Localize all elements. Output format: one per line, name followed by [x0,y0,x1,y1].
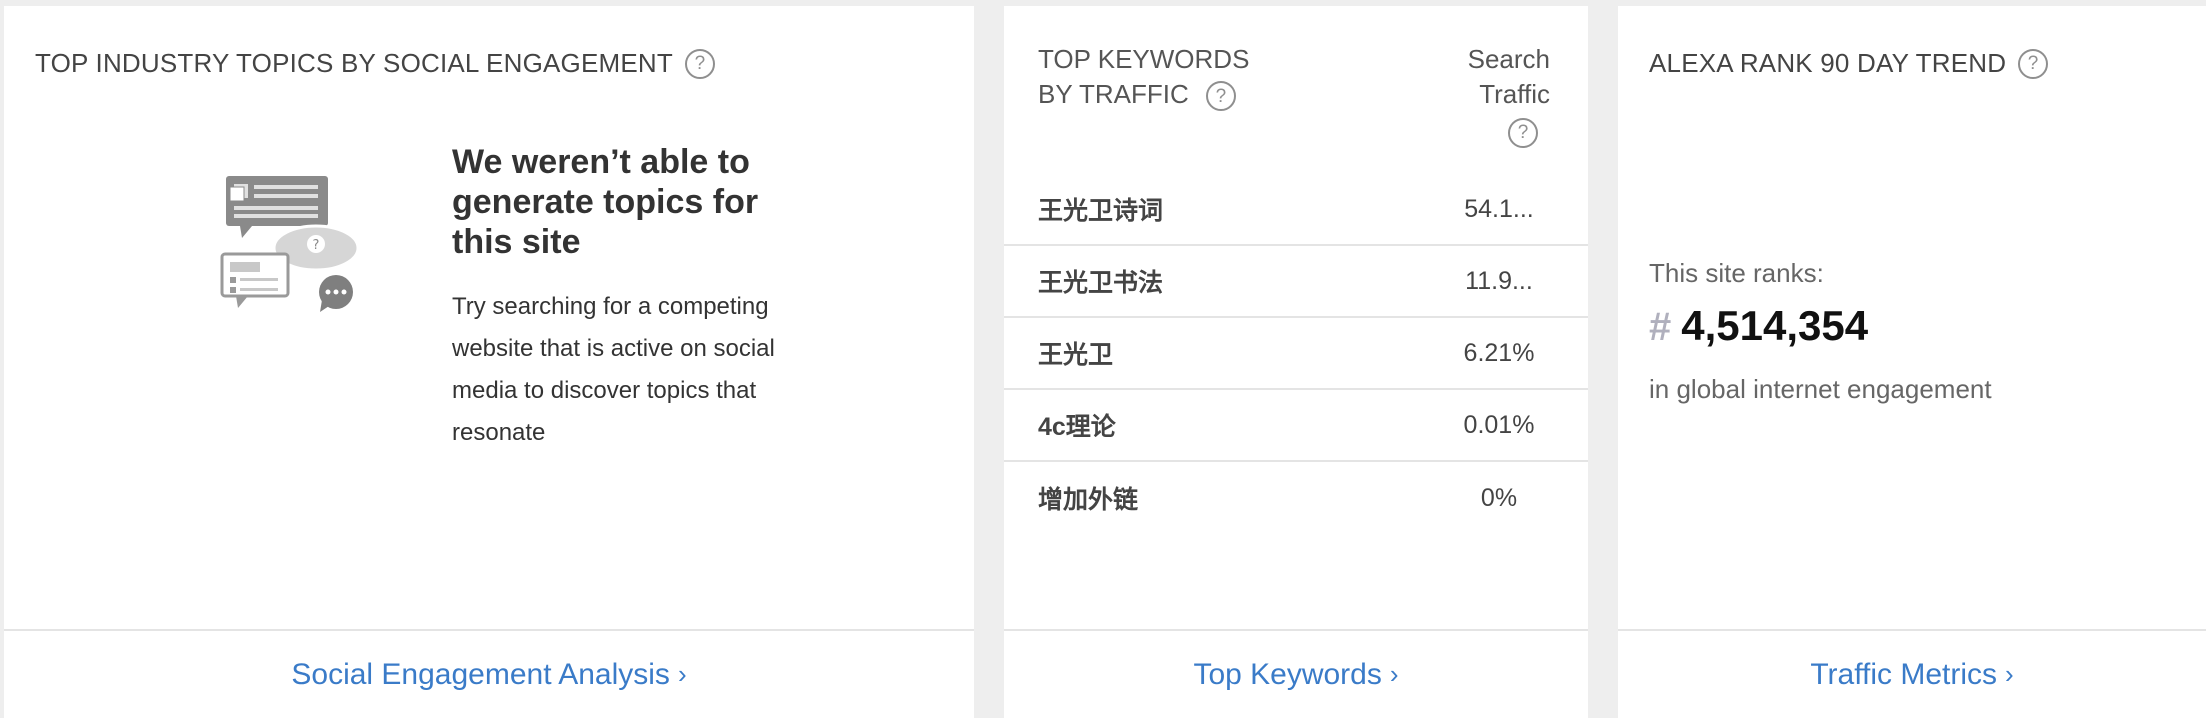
top-keywords-link[interactable]: Top Keywords › [1193,658,1398,692]
table-row: 王光卫书法 11.9... [1004,246,1588,318]
rank-outro-text: in global internet engagement [1649,374,1992,404]
traffic-share: 54.1... [1464,194,1534,223]
chevron-right-icon: › [1389,659,1399,689]
chat-bubbles-question-icon: ? [220,176,360,312]
help-icon[interactable]: ? [1205,81,1236,112]
topics-title-text: TOP INDUSTRY TOPICS BY SOCIAL ENGAGEMENT [35,48,673,78]
keyword-term: 增加外链 [1038,486,1139,514]
topics-card: TOP INDUSTRY TOPICS BY SOCIAL ENGAGEMENT… [4,6,974,718]
chevron-right-icon: › [677,659,687,689]
search-traffic-column-header: Search Traffic ? [1430,42,1550,148]
keyword-term: 王光卫书法 [1038,269,1164,297]
empty-state-body: Try searching for a competing website th… [452,293,775,446]
keywords-card: TOP KEYWORDS BY TRAFFIC ? Search Traffic… [1004,6,1588,718]
chevron-right-icon: › [2005,659,2014,689]
traffic-metrics-link[interactable]: Traffic Metrics › [1810,658,2013,692]
keyword-term: 4c理论 [1038,413,1116,441]
footer-link-label: Top Keywords [1193,657,1382,691]
table-row: 增加外链 0% [1004,462,1588,534]
footer-link-label: Social Engagement Analysis [291,657,670,691]
alexa-title-text: ALEXA RANK 90 DAY TREND [1649,48,2007,78]
keyword-term: 王光卫 [1038,341,1114,369]
rank-intro-text: This site ranks: [1649,258,1824,288]
table-row: 王光卫诗词 54.1... [1004,174,1588,246]
hash-icon: # [1649,305,1672,349]
keywords-card-title: TOP KEYWORDS BY TRAFFIC ? [1038,42,1278,112]
alexa-card-title: ALEXA RANK 90 DAY TREND ? [1649,48,2049,79]
rank-value-line: # 4,514,354 [1649,302,1868,350]
keywords-card-footer: Top Keywords › [1004,629,1588,718]
svg-text:?: ? [313,238,320,253]
topics-card-footer: Social Engagement Analysis › [4,629,974,718]
help-icon[interactable]: ? [684,48,715,79]
footer-link-label: Traffic Metrics [1810,657,1997,691]
empty-state-heading: We weren’t able to generate topics for t… [452,143,759,261]
traffic-share: 6.21% [1463,338,1535,367]
column-header-text: Search Traffic [1467,44,1550,109]
alexa-rank-card: ALEXA RANK 90 DAY TREND ? This site rank… [1618,6,2206,718]
traffic-share: 0% [1480,483,1518,512]
traffic-share: 11.9... [1465,266,1533,295]
keyword-term: 王光卫诗词 [1038,197,1164,225]
help-icon[interactable]: ? [1508,117,1538,148]
keywords-table: 王光卫诗词 54.1... 王光卫书法 11.9... 王光卫 6.21% 4c… [1004,174,1588,534]
help-icon[interactable]: ? [2018,48,2049,79]
social-engagement-analysis-link[interactable]: Social Engagement Analysis › [291,658,686,692]
traffic-share: 0.01% [1463,410,1535,439]
alexa-card-footer: Traffic Metrics › [1618,629,2206,718]
rank-value: 4,514,354 [1681,302,1869,349]
table-row: 王光卫 6.21% [1004,318,1588,390]
table-row: 4c理论 0.01% [1004,390,1588,462]
topics-card-title: TOP INDUSTRY TOPICS BY SOCIAL ENGAGEMENT… [35,48,715,79]
